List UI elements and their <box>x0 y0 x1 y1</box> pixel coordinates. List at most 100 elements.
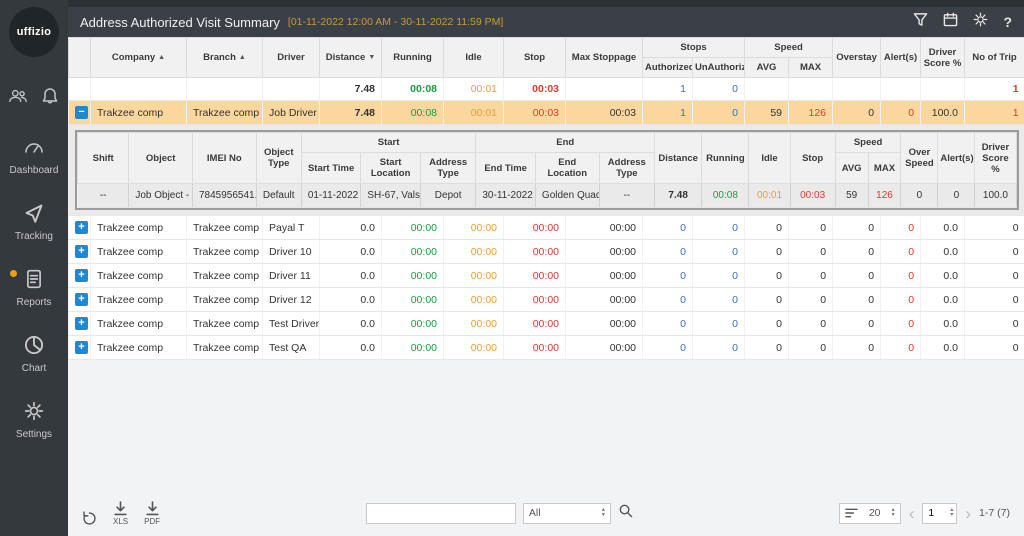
table-row[interactable]: + Trakzee comp Trakzee comp Driver 11 0.… <box>69 264 1024 288</box>
cell-overstay: 0 <box>833 101 881 125</box>
column-group-speed: Speed <box>745 38 833 58</box>
page-size-select[interactable]: 20 ▴▾ <box>839 503 901 524</box>
cell-driver: Driver 12 <box>263 288 320 312</box>
page-size-value: 20 <box>869 507 881 519</box>
cell-unauthorized: 0 <box>693 264 745 288</box>
users-icon[interactable] <box>9 87 27 110</box>
detail-column-shift: Shift <box>78 133 129 184</box>
pdf-label: PDF <box>144 517 160 526</box>
app-logo[interactable]: uffizio <box>9 7 59 57</box>
search-area: All ▴▾ <box>366 503 633 524</box>
cell-driver: Payal T <box>263 216 320 240</box>
active-indicator-dot <box>10 270 17 277</box>
table-row[interactable]: + Trakzee comp Trakzee comp Test QA 0.0 … <box>69 336 1024 360</box>
sidebar-item-dashboard[interactable]: Dashboard <box>0 137 68 176</box>
column-header-overstay[interactable]: Overstay <box>833 38 881 78</box>
group-row-expanded[interactable]: − Trakzee comp Trakzee comp Job Driver 7… <box>69 101 1024 125</box>
column-header-avg[interactable]: AVG <box>745 58 789 78</box>
cell-avg-speed: 0 <box>745 264 789 288</box>
search-input[interactable] <box>366 503 516 524</box>
table-row[interactable]: + Trakzee comp Trakzee comp Test Driver … <box>69 312 1024 336</box>
collapse-row-button[interactable]: − <box>75 106 88 119</box>
column-header-running[interactable]: Running <box>382 38 444 78</box>
cell-stop: 00:00 <box>504 288 566 312</box>
cell-company: Trakzee comp <box>91 264 187 288</box>
detail-avg: 59 <box>835 184 868 208</box>
table-row[interactable]: + Trakzee comp Trakzee comp Driver 12 0.… <box>69 288 1024 312</box>
detail-column-alerts: Alert(s) <box>938 133 975 184</box>
column-header-stop[interactable]: Stop <box>504 38 566 78</box>
column-header-distance[interactable]: Distance▼ <box>320 38 382 78</box>
cell-max-stoppage: 00:00 <box>566 288 643 312</box>
expand-row-button[interactable]: + <box>75 221 88 234</box>
summary-distance: 7.48 <box>320 78 382 101</box>
xls-download-button[interactable]: XLS <box>113 501 128 526</box>
cell-company: Trakzee comp <box>91 101 187 125</box>
detail-column-over-speed: Over Speed <box>901 133 938 184</box>
column-header-alerts[interactable]: Alert(s) <box>881 38 921 78</box>
cell-idle: 00:00 <box>444 216 504 240</box>
cell-max-speed: 0 <box>789 312 833 336</box>
sidebar-item-settings[interactable]: Settings <box>0 401 68 440</box>
cell-driver: Test Driver <box>263 312 320 336</box>
column-header-authorized[interactable]: Authorized <box>643 58 693 78</box>
cell-stop: 00:03 <box>504 101 566 125</box>
search-field-select[interactable]: All ▴▾ <box>523 503 611 524</box>
cell-branch: Trakzee comp <box>187 336 263 360</box>
cell-running: 00:00 <box>382 240 444 264</box>
sidebar-item-label: Reports <box>16 297 51 308</box>
cell-overstay: 0 <box>833 264 881 288</box>
cell-no-of-trip: 0 <box>965 240 1024 264</box>
cell-driver-score: 0.0 <box>921 240 965 264</box>
column-header-driver[interactable]: Driver <box>263 38 320 78</box>
page-number-input[interactable] <box>928 507 946 519</box>
sidebar-item-reports[interactable]: Reports <box>0 269 68 308</box>
table-row[interactable]: + Trakzee comp Trakzee comp Payal T 0.0 … <box>69 216 1024 240</box>
bell-icon[interactable] <box>41 87 59 110</box>
help-icon[interactable]: ? <box>1003 14 1012 30</box>
gear-icon[interactable] <box>973 12 988 32</box>
expand-row-button[interactable]: + <box>75 317 88 330</box>
column-header-idle[interactable]: Idle <box>444 38 504 78</box>
detail-column-idle: Idle <box>749 133 790 184</box>
sidebar-item-chart[interactable]: Chart <box>0 335 68 374</box>
detail-running: 00:08 <box>702 184 749 208</box>
sidebar: uffizio Dashboard Tracking Reports Chart… <box>0 0 68 536</box>
column-header-max[interactable]: MAX <box>789 58 833 78</box>
cell-no-of-trip: 0 <box>965 264 1024 288</box>
detail-start-location: SH-67, Valsad, Valsad, Gujarat, 396055, … <box>361 184 421 208</box>
column-header-no-of-trip[interactable]: No of Trip <box>965 38 1024 78</box>
selected-filter: All <box>529 507 541 519</box>
cell-avg-speed: 0 <box>745 216 789 240</box>
detail-alerts: 0 <box>938 184 975 208</box>
pdf-download-button[interactable]: PDF <box>144 501 160 526</box>
expand-row-button[interactable]: + <box>75 293 88 306</box>
cell-overstay: 0 <box>833 216 881 240</box>
cell-authorized: 0 <box>643 264 693 288</box>
detail-column-object: Object <box>129 133 193 184</box>
sidebar-item-tracking[interactable]: Tracking <box>0 203 68 242</box>
column-header-driver-score[interactable]: Driver Score % <box>921 38 965 78</box>
cell-running: 00:00 <box>382 216 444 240</box>
table-row[interactable]: + Trakzee comp Trakzee comp Driver 10 0.… <box>69 240 1024 264</box>
app-window: uffizio Dashboard Tracking Reports Chart… <box>0 0 1024 536</box>
next-page-button[interactable]: › <box>965 505 971 522</box>
column-header-unauthorized[interactable]: UnAuthorized <box>693 58 745 78</box>
select-stepper-icon: ▴▾ <box>950 508 953 518</box>
schedule-icon[interactable] <box>943 12 958 32</box>
expand-row-button[interactable]: + <box>75 245 88 258</box>
refresh-button[interactable] <box>82 511 97 526</box>
sort-desc-icon: ▼ <box>368 54 375 61</box>
prev-page-button[interactable]: ‹ <box>909 505 915 522</box>
column-header-branch[interactable]: Branch▲ <box>187 38 263 78</box>
column-header-max-stoppage[interactable]: Max Stoppage <box>566 38 643 78</box>
cell-driver: Driver 11 <box>263 264 320 288</box>
cell-alerts: 0 <box>881 312 921 336</box>
column-header-company[interactable]: Company▲ <box>91 38 187 78</box>
filter-icon[interactable] <box>913 12 928 32</box>
expand-row-button[interactable]: + <box>75 269 88 282</box>
search-button[interactable] <box>618 503 633 523</box>
detail-column-distance: Distance <box>655 133 702 184</box>
detail-column-stop: Stop <box>790 133 835 184</box>
expand-row-button[interactable]: + <box>75 341 88 354</box>
